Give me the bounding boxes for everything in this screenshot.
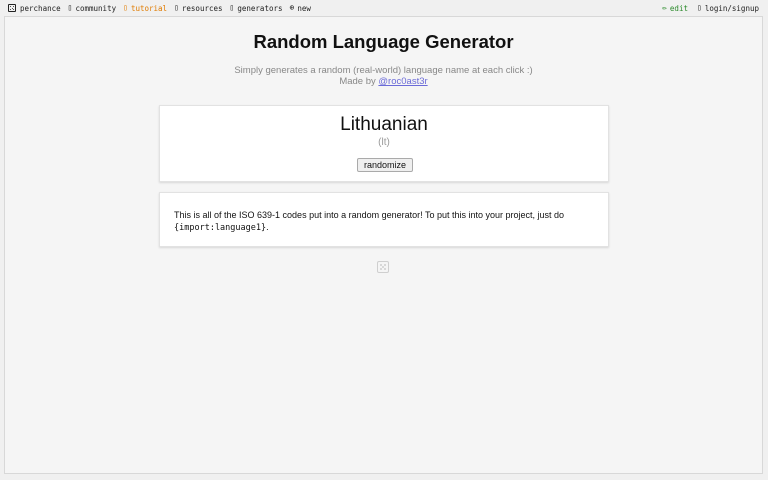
nav-tutorial-link[interactable]: ▯ tutorial [123, 4, 167, 13]
import-code: {import:language1} [174, 223, 267, 233]
result-card: Lithuanian (lt) randomize [159, 105, 609, 182]
toolbox-icon: ▯ [174, 3, 179, 12]
info-card: This is all of the ISO 639-1 codes put i… [159, 192, 609, 247]
generator-frame: Random Language Generator Simply generat… [4, 16, 763, 474]
nav-new-label: new [297, 3, 311, 13]
grid-icon: ▯ [229, 3, 235, 12]
nav-home-link[interactable]: perchance [8, 4, 61, 13]
nav-edit-label: edit [669, 3, 688, 13]
nav-edit-link[interactable]: ✏ edit [662, 4, 688, 13]
book-icon: ▯ [123, 3, 128, 12]
made-by-line: Made by @roc0ast3r [5, 76, 762, 87]
dice-logo-icon [8, 4, 16, 12]
info-text-before: This is all of the ISO 639-1 codes put i… [174, 210, 565, 220]
randomize-button[interactable]: randomize [357, 158, 413, 172]
nav-tutorial-label: tutorial [130, 3, 168, 13]
nav-resources-label: resources [181, 3, 223, 13]
language-name: Lithuanian [340, 114, 428, 135]
plus-circle-icon: ⊕ [289, 3, 295, 12]
nav-login-link[interactable]: ▯ login/signup [697, 4, 759, 13]
nav-left: perchance ▯ community ▯ tutorial ▯ resou… [0, 4, 318, 13]
nav-community-label: community [75, 3, 117, 13]
page-subtitle: Simply generates a random (real-world) l… [5, 65, 762, 87]
nav-resources-link[interactable]: ▯ resources [174, 4, 222, 13]
nav-generators-label: generators [237, 3, 283, 13]
people-icon: ▯ [67, 3, 73, 12]
language-code: (lt) [378, 137, 390, 148]
nav-login-label: login/signup [704, 3, 759, 13]
nav-community-link[interactable]: ▯ community [68, 4, 116, 13]
made-by-prefix: Made by [339, 76, 379, 87]
pencil-icon: ✏ [662, 3, 667, 12]
subtitle-text: Simply generates a random (real-world) l… [234, 65, 533, 76]
author-link[interactable]: @roc0ast3r [378, 76, 427, 87]
nav-generators-link[interactable]: ▯ generators [230, 4, 283, 13]
nav-new-link[interactable]: ⊕ new [290, 4, 311, 13]
info-text: This is all of the ISO 639-1 codes put i… [174, 209, 594, 234]
dice-footer-icon[interactable] [377, 261, 389, 273]
info-text-after: . [266, 222, 269, 232]
nav-right: ✏ edit ▯ login/signup [653, 4, 768, 13]
top-nav-bar: perchance ▯ community ▯ tutorial ▯ resou… [0, 0, 768, 16]
user-icon: ▯ [696, 3, 702, 12]
page-title: Random Language Generator [253, 31, 514, 52]
nav-home-label: perchance [20, 3, 61, 13]
